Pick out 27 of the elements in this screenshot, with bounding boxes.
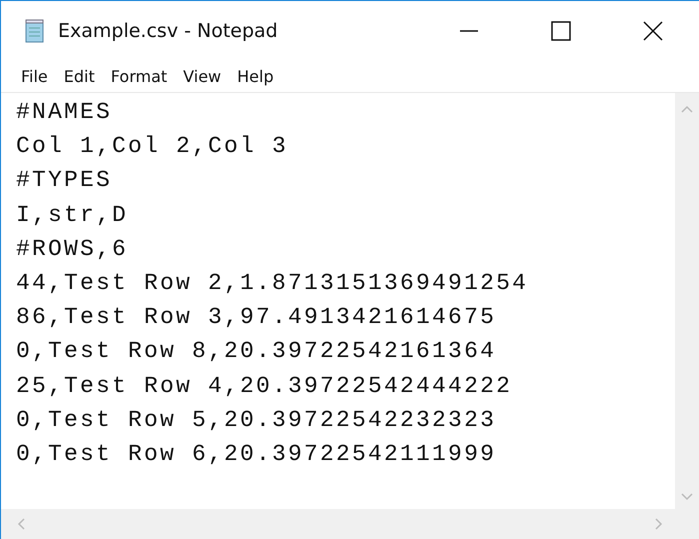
- window-title: Example.csv - Notepad: [58, 20, 278, 42]
- text-line: Col 1,Col 2,Col 3: [16, 132, 288, 162]
- scroll-left-icon[interactable]: [17, 518, 25, 530]
- minimize-icon: [459, 30, 479, 32]
- menu-item[interactable]: File: [13, 66, 56, 86]
- text-line: #TYPES: [16, 166, 112, 196]
- scroll-right-icon[interactable]: [655, 518, 663, 530]
- vertical-scrollbar[interactable]: [675, 93, 699, 509]
- text-line: 0,Test Row 8,20.39722542161364: [16, 337, 496, 366]
- text-line: 0,Test Row 6,20.39722542111999: [16, 440, 496, 470]
- close-icon: [642, 20, 664, 42]
- text-line: I,str,D: [16, 200, 128, 230]
- scroll-down-icon[interactable]: [681, 493, 693, 501]
- maximize-icon: [550, 20, 572, 42]
- horizontal-scrollbar[interactable]: [1, 509, 699, 539]
- text-line: #NAMES: [16, 98, 112, 127]
- menu-item[interactable]: Help: [229, 66, 282, 86]
- scroll-up-icon[interactable]: [681, 105, 693, 113]
- notepad-icon: [24, 18, 46, 42]
- text-line: 0,Test Row 5,20.39722542232323: [16, 406, 496, 435]
- text-line: 86,Test Row 3,97.4913421614675: [16, 303, 496, 332]
- text-line: 25,Test Row 4,20.39722542444222: [16, 372, 512, 401]
- menu-item[interactable]: Edit: [56, 66, 103, 86]
- menu-item[interactable]: Format: [102, 66, 176, 86]
- text-line: #ROWS,6: [16, 234, 128, 264]
- menu-item[interactable]: View: [175, 66, 230, 86]
- text-line: 44,Test Row 2,1.8713151369491254: [16, 269, 528, 298]
